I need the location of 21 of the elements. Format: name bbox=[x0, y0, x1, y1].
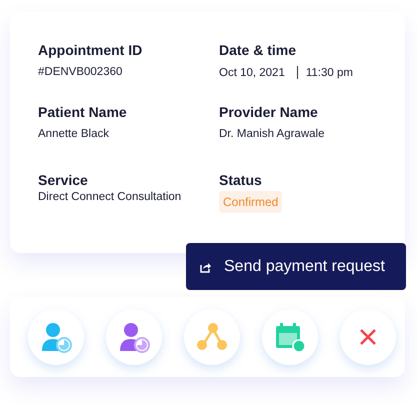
field-value: Annette Black bbox=[38, 128, 109, 140]
close-icon bbox=[359, 328, 377, 346]
patient-clock-icon bbox=[40, 321, 72, 353]
field-label: Patient Name bbox=[38, 104, 127, 120]
field-value: Dr. Manish Agrawale bbox=[219, 128, 324, 140]
field-value: #DENVB002360 bbox=[38, 66, 122, 78]
field-label: Status bbox=[219, 172, 262, 188]
field-label: Date & time bbox=[219, 42, 296, 58]
status-badge: Confirmed bbox=[219, 191, 282, 213]
share-arrow-icon bbox=[200, 260, 212, 272]
calendar-icon bbox=[274, 321, 306, 353]
doctor-clock-icon bbox=[118, 321, 150, 353]
field-value: Direct Connect Consultation bbox=[38, 191, 182, 203]
send-payment-button[interactable]: Send payment request bbox=[186, 243, 406, 290]
field-label: Provider Name bbox=[219, 104, 318, 120]
date-text: Oct 10, 2021 bbox=[219, 66, 285, 78]
field-label: Service bbox=[38, 172, 88, 188]
time-text: 11:30 pm bbox=[306, 66, 353, 78]
action-button[interactable] bbox=[340, 309, 396, 365]
field-label: Appointment ID bbox=[38, 42, 142, 58]
share-icon bbox=[196, 321, 228, 353]
